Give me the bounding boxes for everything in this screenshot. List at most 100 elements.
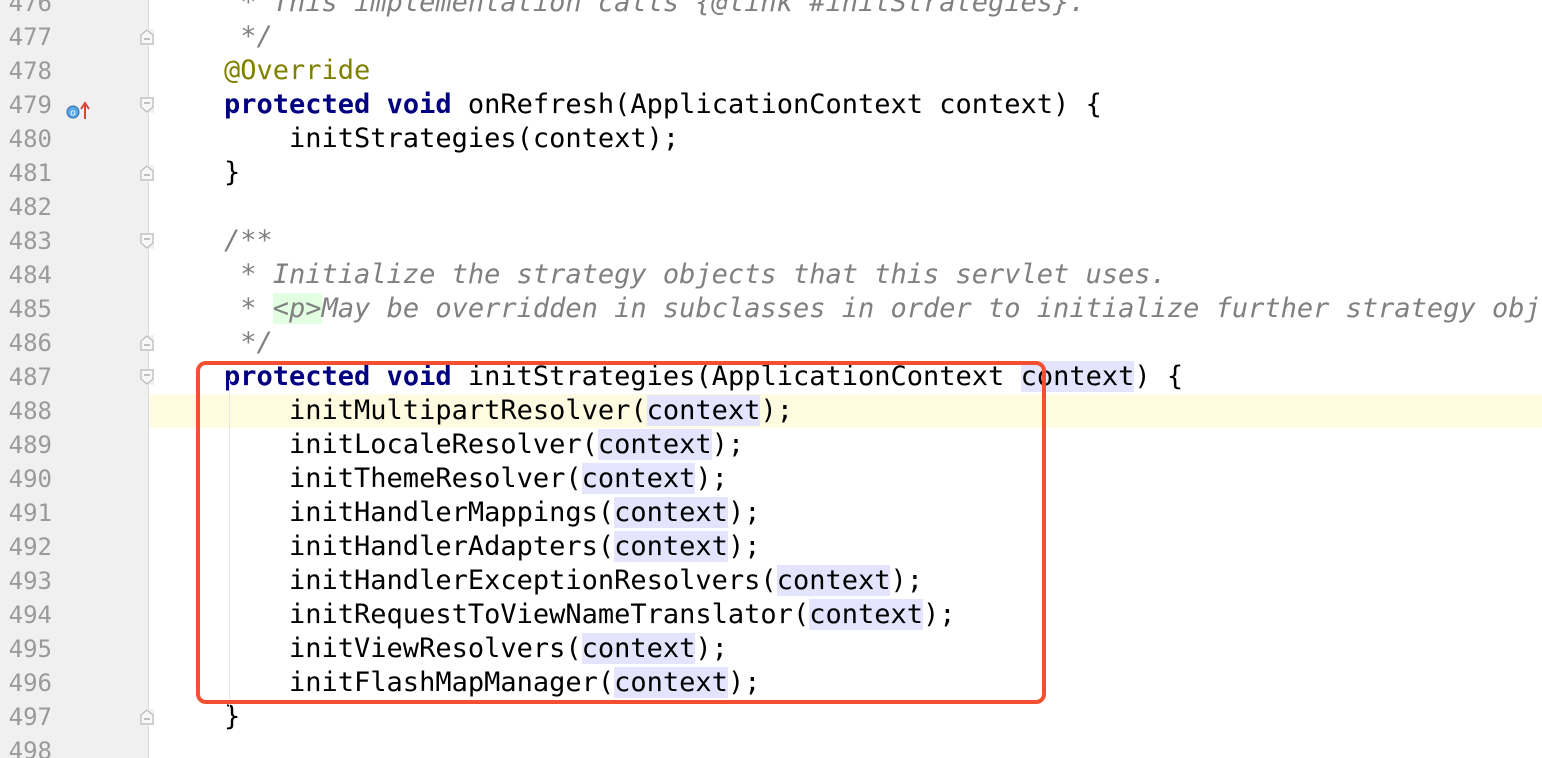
fold-start-icon[interactable] bbox=[140, 369, 154, 385]
fold-end-icon[interactable] bbox=[140, 165, 154, 181]
code-line[interactable]: 478 @Override bbox=[0, 54, 1542, 88]
code-token: void bbox=[386, 89, 452, 120]
code-token: initStrategies(ApplicationContext bbox=[451, 361, 1021, 392]
code-token: initHandlerAdapters( bbox=[224, 531, 615, 562]
code-token: * bbox=[224, 293, 273, 324]
line-number: 495 bbox=[8, 635, 52, 663]
code-token: initViewResolvers( bbox=[224, 633, 582, 664]
code-text[interactable]: initThemeResolver(context); bbox=[150, 462, 1542, 496]
fold-start-icon[interactable] bbox=[140, 97, 154, 113]
line-number: 481 bbox=[8, 159, 52, 187]
line-number: 480 bbox=[8, 125, 52, 153]
code-line[interactable]: 493 initHandlerExceptionResolvers(contex… bbox=[0, 564, 1542, 598]
code-line[interactable]: 494 initRequestToViewNameTranslator(cont… bbox=[0, 598, 1542, 632]
code-text[interactable]: initFlashMapManager(context); bbox=[150, 666, 1542, 700]
identifier-highlight: context bbox=[581, 633, 696, 664]
code-token: } bbox=[224, 157, 241, 188]
identifier-highlight: context bbox=[646, 395, 761, 426]
line-number: 490 bbox=[8, 465, 52, 493]
code-lines[interactable]: 476 * This implementation calls {@link #… bbox=[0, 0, 1542, 758]
fold-end-icon[interactable] bbox=[140, 335, 154, 351]
code-text[interactable]: initLocaleResolver(context); bbox=[150, 428, 1542, 462]
identifier-highlight: context bbox=[614, 531, 728, 562]
code-line[interactable]: 485 * <p>May be overridden in subclasses… bbox=[0, 292, 1542, 326]
identifier-highlight: context bbox=[809, 599, 923, 630]
line-number: 478 bbox=[8, 57, 52, 85]
line-number: 493 bbox=[8, 567, 52, 595]
line-number: 484 bbox=[8, 261, 52, 289]
code-text[interactable]: initStrategies(context); bbox=[150, 122, 1542, 156]
code-token: ); bbox=[727, 497, 761, 528]
code-text[interactable]: @Override bbox=[150, 54, 1542, 88]
code-text[interactable]: initMultipartResolver(context); bbox=[150, 394, 1542, 428]
code-line[interactable]: 483 /** bbox=[0, 224, 1542, 258]
code-token: * This implementation calls {@link #init… bbox=[224, 0, 1086, 18]
code-text[interactable]: /** bbox=[150, 224, 1542, 258]
code-text[interactable]: initHandlerExceptionResolvers(context); bbox=[150, 564, 1542, 598]
code-line[interactable]: 479 protected void onRefresh(Application… bbox=[0, 88, 1542, 122]
line-number: 488 bbox=[8, 397, 52, 425]
code-text[interactable]: * Initialize the strategy objects that t… bbox=[150, 258, 1542, 292]
code-line[interactable]: 482 bbox=[0, 190, 1542, 224]
line-number: 492 bbox=[8, 533, 52, 561]
code-token: initLocaleResolver( bbox=[224, 429, 598, 460]
code-text[interactable]: } bbox=[150, 156, 1542, 190]
code-line[interactable]: 490 initThemeResolver(context); bbox=[0, 462, 1542, 496]
code-editor[interactable]: 476 * This implementation calls {@link #… bbox=[0, 0, 1542, 758]
fold-end-icon[interactable] bbox=[140, 29, 154, 45]
fold-start-icon[interactable] bbox=[140, 233, 154, 249]
line-number: 476 bbox=[8, 0, 52, 17]
code-text[interactable]: initHandlerMappings(context); bbox=[150, 496, 1542, 530]
code-line[interactable]: 481 } bbox=[0, 156, 1542, 190]
code-line[interactable]: 491 initHandlerMappings(context); bbox=[0, 496, 1542, 530]
identifier-highlight: context bbox=[614, 667, 728, 698]
code-line[interactable]: 498 bbox=[0, 734, 1542, 758]
code-line[interactable]: 488 initMultipartResolver(context); bbox=[0, 394, 1542, 428]
code-text[interactable]: * <p>May be overridden in subclasses in … bbox=[150, 292, 1542, 326]
code-text[interactable]: protected void onRefresh(ApplicationCont… bbox=[150, 88, 1542, 122]
code-token: void bbox=[386, 361, 452, 392]
code-line[interactable]: 486 */ bbox=[0, 326, 1542, 360]
code-token: initRequestToViewNameTranslator( bbox=[224, 599, 810, 630]
code-token: May be overridden in subclasses in order… bbox=[321, 293, 1542, 324]
code-line[interactable]: 495 initViewResolvers(context); bbox=[0, 632, 1542, 666]
code-text[interactable]: initViewResolvers(context); bbox=[150, 632, 1542, 666]
override-icon[interactable]: o bbox=[66, 96, 92, 119]
code-line[interactable]: 497 } bbox=[0, 700, 1542, 734]
code-token: */ bbox=[224, 21, 273, 52]
code-line[interactable]: 496 initFlashMapManager(context); bbox=[0, 666, 1542, 700]
code-text[interactable]: protected void initStrategies(Applicatio… bbox=[150, 360, 1542, 394]
line-number: 497 bbox=[8, 703, 52, 731]
code-token: onRefresh(ApplicationContext context) { bbox=[451, 89, 1102, 120]
code-text[interactable]: */ bbox=[150, 326, 1542, 360]
code-line[interactable]: 476 * This implementation calls {@link #… bbox=[0, 0, 1542, 20]
identifier-highlight: context bbox=[581, 463, 696, 494]
code-line[interactable]: 492 initHandlerAdapters(context); bbox=[0, 530, 1542, 564]
code-line[interactable]: 489 initLocaleResolver(context); bbox=[0, 428, 1542, 462]
code-text[interactable]: initRequestToViewNameTranslator(context)… bbox=[150, 598, 1542, 632]
code-token: ); bbox=[760, 395, 793, 426]
fold-end-icon[interactable] bbox=[140, 709, 154, 725]
code-text[interactable]: * This implementation calls {@link #init… bbox=[150, 0, 1542, 20]
line-number: 487 bbox=[8, 363, 52, 391]
code-text[interactable]: */ bbox=[150, 20, 1542, 54]
code-text[interactable]: initHandlerAdapters(context); bbox=[150, 530, 1542, 564]
code-token: */ bbox=[224, 327, 273, 358]
identifier-highlight: context bbox=[776, 565, 891, 596]
code-text[interactable]: } bbox=[150, 700, 1542, 734]
code-line[interactable]: 487 protected void initStrategies(Applic… bbox=[0, 360, 1542, 394]
code-token: <p> bbox=[272, 293, 322, 324]
code-text[interactable] bbox=[150, 734, 1542, 758]
code-token: initStrategies(context); bbox=[224, 123, 680, 154]
code-token: ); bbox=[695, 463, 728, 494]
code-text[interactable] bbox=[150, 190, 1542, 224]
code-line[interactable]: 477 */ bbox=[0, 20, 1542, 54]
line-number: 477 bbox=[8, 23, 52, 51]
indent-guide bbox=[229, 380, 230, 710]
code-line[interactable]: 484 * Initialize the strategy objects th… bbox=[0, 258, 1542, 292]
code-token: initThemeResolver( bbox=[224, 463, 582, 494]
code-line[interactable]: 480 initStrategies(context); bbox=[0, 122, 1542, 156]
line-number: 494 bbox=[8, 601, 52, 629]
